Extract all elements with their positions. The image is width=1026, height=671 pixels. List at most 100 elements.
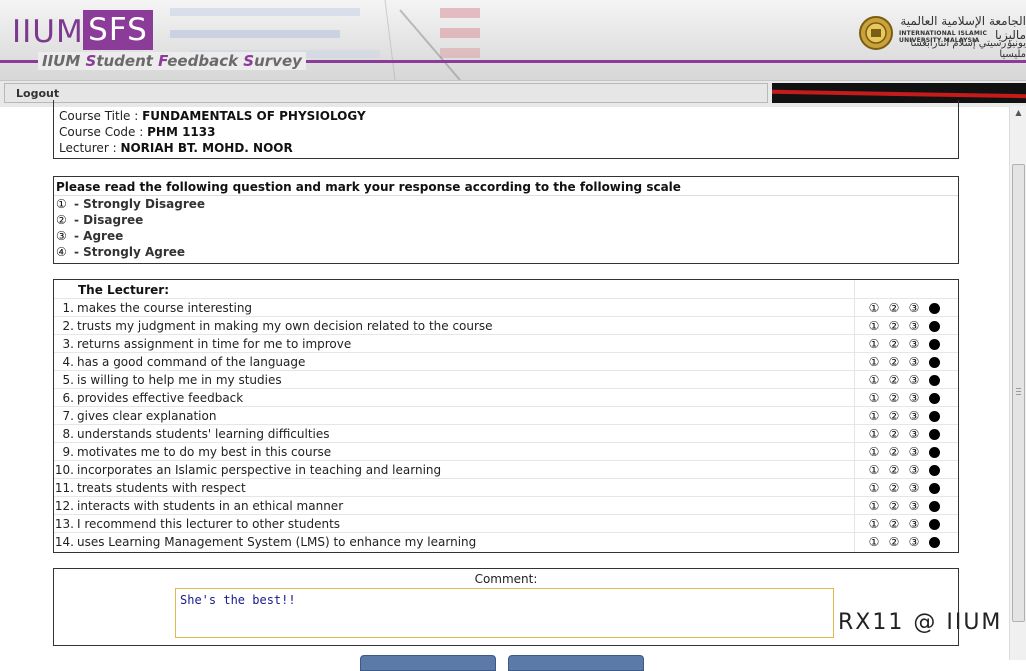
rating-option-3[interactable]: ③: [907, 444, 921, 460]
rating-option-1[interactable]: ①: [867, 498, 881, 514]
vertical-scrollbar[interactable]: ▲ − − −: [1009, 106, 1026, 660]
rating-option-selected[interactable]: [929, 393, 940, 404]
rating-option-2[interactable]: ②: [887, 498, 901, 514]
cancel-button[interactable]: [508, 655, 644, 671]
rating-option-1[interactable]: ①: [867, 318, 881, 334]
logo-iium-text: IIUM: [12, 14, 84, 50]
rating-option-3[interactable]: ③: [907, 516, 921, 532]
rating-option-2[interactable]: ②: [887, 354, 901, 370]
rating-options: ①②③: [867, 408, 947, 424]
rating-option-1[interactable]: ①: [867, 444, 881, 460]
rating-option-3[interactable]: ③: [907, 408, 921, 424]
rating-option-selected[interactable]: [929, 519, 940, 530]
question-row: 10. incorporates an Islamic perspective i…: [54, 460, 958, 479]
rating-option-1[interactable]: ①: [867, 426, 881, 442]
question-number: 9.: [62, 445, 74, 459]
rating-option-selected[interactable]: [929, 537, 940, 548]
rating-options: ①②③: [867, 426, 947, 442]
rating-options: ①②③: [867, 336, 947, 352]
rating-option-3[interactable]: ③: [907, 390, 921, 406]
rating-option-1[interactable]: ①: [867, 462, 881, 478]
rating-option-selected[interactable]: [929, 429, 940, 440]
question-row: 5. is willing to help me in my studies ① ② ③: [54, 370, 958, 389]
rating-option-1[interactable]: ①: [867, 354, 881, 370]
rating-option-2[interactable]: ②: [887, 372, 901, 388]
lecturer-line: Lecturer : NORIAH BT. MOHD. NOOR: [59, 141, 293, 155]
rating-option-2[interactable]: ②: [887, 462, 901, 478]
rating-option-3[interactable]: ③: [907, 534, 921, 550]
scale-item: ① - Strongly Disagree: [56, 197, 205, 211]
submit-button[interactable]: [360, 655, 496, 671]
question-row: 4. has a good command of the language ① ② ③: [54, 352, 958, 371]
question-row: 2. trusts my judgment in making my own de…: [54, 316, 958, 335]
rating-option-selected[interactable]: [929, 303, 940, 314]
rating-option-selected[interactable]: [929, 375, 940, 386]
question-row: 8. understands students' learning difficu…: [54, 424, 958, 443]
rating-option-selected[interactable]: [929, 357, 940, 368]
rating-option-selected[interactable]: [929, 447, 940, 458]
rating-option-selected[interactable]: [929, 483, 940, 494]
scroll-thumb[interactable]: − − −: [1012, 164, 1025, 622]
rating-options: ①②③: [867, 354, 947, 370]
rating-option-3[interactable]: ③: [907, 300, 921, 316]
question-number: 12.: [54, 499, 74, 513]
rating-option-2[interactable]: ②: [887, 336, 901, 352]
rating-option-2[interactable]: ②: [887, 516, 901, 532]
rating-option-2[interactable]: ②: [887, 408, 901, 424]
question-text: returns assignment in time for me to imp…: [77, 337, 352, 351]
rating-option-3[interactable]: ③: [907, 498, 921, 514]
rating-option-2[interactable]: ②: [887, 390, 901, 406]
course-title-line: Course Title : FUNDAMENTALS OF PHYSIOLOG…: [59, 109, 366, 123]
question-number: 7.: [62, 409, 74, 423]
rating-options: ①②③: [867, 516, 947, 532]
rating-option-2[interactable]: ②: [887, 426, 901, 442]
rating-option-1[interactable]: ①: [867, 300, 881, 316]
scale-item-number: ③: [56, 229, 67, 243]
rating-option-3[interactable]: ③: [907, 480, 921, 496]
rating-option-selected[interactable]: [929, 501, 940, 512]
rating-option-3[interactable]: ③: [907, 318, 921, 334]
rating-option-1[interactable]: ①: [867, 534, 881, 550]
scale-item-label: - Strongly Agree: [74, 245, 186, 259]
page-header: IIUM SFS IIUM Student Feedback Survey ال…: [0, 0, 1026, 80]
rating-option-1[interactable]: ①: [867, 336, 881, 352]
rating-option-3[interactable]: ③: [907, 354, 921, 370]
question-number: 14.: [54, 535, 74, 549]
scroll-up-arrow-icon[interactable]: ▲: [1012, 106, 1025, 119]
comment-textarea[interactable]: She's the best!!: [175, 588, 834, 638]
rating-option-3[interactable]: ③: [907, 336, 921, 352]
rating-option-1[interactable]: ①: [867, 372, 881, 388]
rating-option-1[interactable]: ①: [867, 516, 881, 532]
rating-option-2[interactable]: ②: [887, 480, 901, 496]
rating-option-1[interactable]: ①: [867, 480, 881, 496]
rating-option-selected[interactable]: [929, 339, 940, 350]
question-text: is willing to help me in my studies: [77, 373, 282, 387]
logo-sfs-badge: SFS: [83, 10, 153, 50]
question-number: 1.: [62, 301, 74, 315]
question-text: I recommend this lecturer to other stude…: [77, 517, 341, 531]
scale-item-number: ④: [56, 245, 67, 259]
rating-options: ①②③: [867, 480, 947, 496]
rating-option-selected[interactable]: [929, 465, 940, 476]
university-name-jawi: يونيۏرسيتي إسلام انتارابڠسا مليسيا: [910, 38, 1026, 60]
rating-option-2[interactable]: ②: [887, 300, 901, 316]
rating-option-3[interactable]: ③: [907, 462, 921, 478]
rating-option-selected[interactable]: [929, 321, 940, 332]
rating-option-selected[interactable]: [929, 411, 940, 422]
redaction-mark: [772, 89, 1026, 99]
question-number: 2.: [62, 319, 74, 333]
rating-option-1[interactable]: ①: [867, 408, 881, 424]
question-text: motivates me to do my best in this cours…: [77, 445, 332, 459]
question-number: 8.: [62, 427, 74, 441]
rating-option-3[interactable]: ③: [907, 372, 921, 388]
rating-option-1[interactable]: ①: [867, 390, 881, 406]
logo-sub-part: eedback: [167, 52, 244, 70]
question-text: incorporates an Islamic perspective in t…: [77, 463, 442, 477]
questions-heading: The Lecturer:: [78, 283, 169, 297]
rating-option-2[interactable]: ②: [887, 318, 901, 334]
course-code-value: PHM 1133: [147, 125, 216, 139]
rating-option-2[interactable]: ②: [887, 534, 901, 550]
rating-option-2[interactable]: ②: [887, 444, 901, 460]
rating-option-3[interactable]: ③: [907, 426, 921, 442]
rating-scale-panel: Please read the following question and m…: [53, 176, 959, 264]
